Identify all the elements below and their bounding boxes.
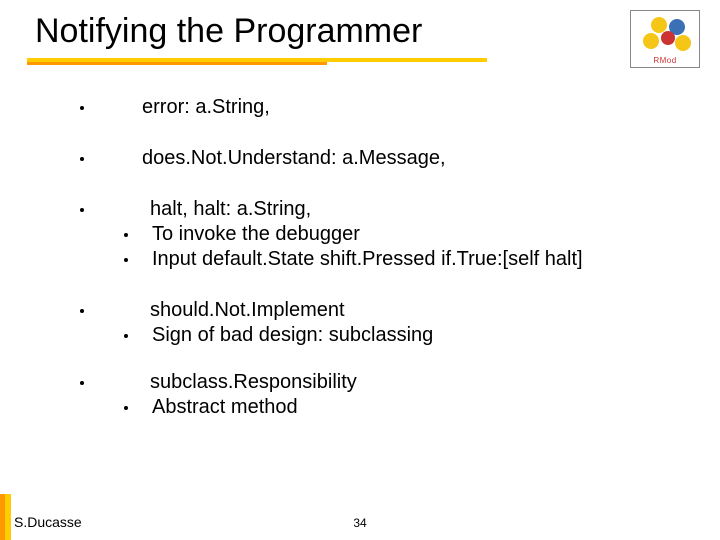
bullet-4-sub-1: Sign of bad design: subclassing: [124, 323, 670, 348]
logo-label: RMod: [631, 56, 699, 65]
bullet-dot-icon: [124, 406, 128, 410]
slide: Notifying the Programmer RMod error: a.S…: [0, 0, 720, 540]
page-number: 34: [353, 516, 366, 530]
bullet-3-sub-2-text: Input default.State shift.Pressed if.Tru…: [152, 247, 583, 272]
bullet-1-text: error: a.String,: [142, 95, 270, 120]
bullet-4: should.Not.Implement: [80, 298, 670, 323]
bullet-4-text: should.Not.Implement: [142, 298, 345, 323]
title-underline: [27, 58, 487, 64]
bullet-3-sub-1-text: To invoke the debugger: [152, 222, 360, 247]
bullet-2-text: does.Not.Understand: a.Message,: [142, 146, 446, 171]
bullet-5-sub-1: Abstract method: [124, 395, 670, 420]
bullet-4-sub-1-text: Sign of bad design: subclassing: [152, 323, 433, 348]
bullet-3-text: halt, halt: a.String,: [142, 197, 311, 222]
bullet-3: halt, halt: a.String,: [80, 197, 670, 222]
bullet-dot-icon: [80, 309, 84, 313]
side-accent: [0, 494, 11, 540]
bullet-dot-icon: [80, 106, 84, 110]
rmod-logo: RMod: [630, 10, 700, 68]
bullet-dot-icon: [80, 381, 84, 385]
content-area: error: a.String, does.Not.Understand: a.…: [80, 95, 670, 442]
bullet-5-sub-1-text: Abstract method: [152, 395, 298, 420]
bullet-3-sub-2: Input default.State shift.Pressed if.Tru…: [124, 247, 670, 272]
bullet-dot-icon: [124, 334, 128, 338]
bullet-dot-icon: [124, 258, 128, 262]
bullet-dot-icon: [80, 157, 84, 161]
bullet-3-sub-1: To invoke the debugger: [124, 222, 670, 247]
bullet-dot-icon: [80, 208, 84, 212]
bullet-dot-icon: [124, 233, 128, 237]
author-label: S.Ducasse: [14, 514, 82, 530]
bullet-5-text: subclass.Responsibility: [142, 370, 357, 395]
bullet-2: does.Not.Understand: a.Message,: [80, 146, 670, 171]
bullet-5: subclass.Responsibility: [80, 370, 670, 395]
bullet-1: error: a.String,: [80, 95, 670, 120]
slide-title: Notifying the Programmer: [35, 12, 422, 51]
